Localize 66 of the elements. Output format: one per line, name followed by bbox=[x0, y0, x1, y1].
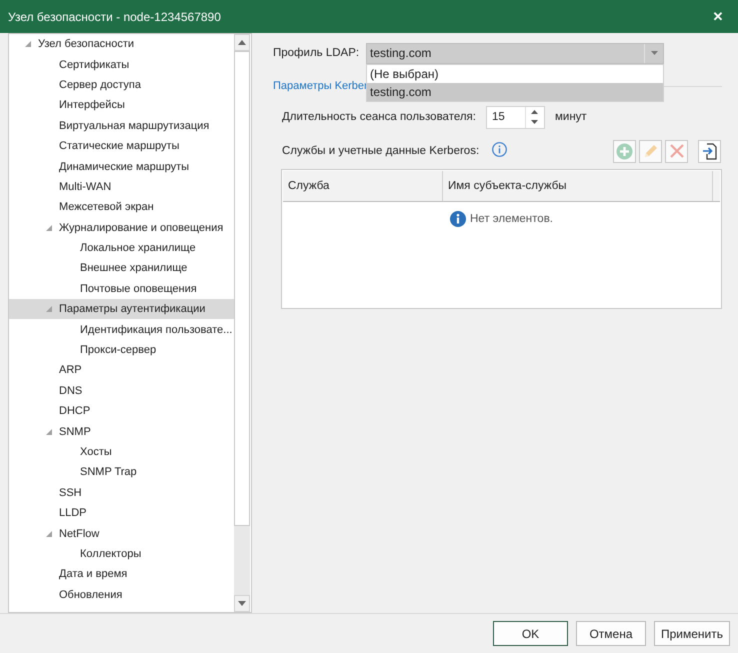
tree-item[interactable]: Обновления bbox=[9, 584, 234, 605]
collapse-icon[interactable] bbox=[46, 306, 52, 312]
pencil-icon bbox=[642, 142, 659, 160]
tree-item[interactable]: SNMP bbox=[9, 421, 234, 442]
import-icon bbox=[702, 142, 718, 160]
decrement-icon[interactable] bbox=[531, 120, 538, 124]
tree-item[interactable]: Сервер доступа bbox=[9, 74, 234, 96]
dropdown-option[interactable]: testing.com bbox=[367, 83, 663, 101]
tree-item[interactable]: Динамические маршруты bbox=[9, 156, 234, 177]
session-duration-spinner[interactable]: 15 bbox=[486, 106, 545, 128]
tree-item[interactable]: Почтовые оповещения bbox=[9, 278, 234, 300]
tree-item[interactable]: DHCP bbox=[9, 401, 234, 422]
tree-item[interactable]: Интерфейсы bbox=[9, 95, 234, 116]
section-label: Службы и учетные данные Kerberos: bbox=[282, 145, 480, 157]
info-icon bbox=[450, 211, 466, 227]
tree-item[interactable]: NetFlow bbox=[9, 523, 234, 544]
field-label: Профиль LDAP: bbox=[273, 47, 360, 59]
scroll-down-button[interactable] bbox=[234, 595, 250, 612]
column-header[interactable]: Служба bbox=[283, 171, 443, 201]
dropdown-option[interactable]: (Не выбран) bbox=[367, 65, 663, 83]
tree-item[interactable]: SNMP Trap bbox=[9, 462, 234, 483]
tree-item[interactable]: Прокси-сервер bbox=[9, 340, 234, 360]
tree-item[interactable]: Multi-WAN bbox=[9, 176, 234, 198]
dialog-button[interactable]: Применить bbox=[654, 621, 730, 646]
ldap-profile-dropdown[interactable]: testing.com bbox=[366, 42, 664, 64]
window-title: Узел безопасности - node-1234567890 bbox=[8, 10, 222, 24]
scrollbar[interactable] bbox=[234, 34, 250, 612]
tree-item[interactable]: Локальное хранилище bbox=[9, 238, 234, 258]
dialog-button[interactable]: Отмена bbox=[576, 621, 646, 646]
dialog-button[interactable]: OK bbox=[493, 621, 568, 646]
unit-label: минут bbox=[554, 111, 587, 123]
tree-item[interactable]: Статические маршруты bbox=[9, 136, 234, 156]
tree-item[interactable]: LLDP bbox=[9, 502, 234, 524]
collapse-icon[interactable] bbox=[46, 428, 52, 435]
info-icon[interactable] bbox=[492, 142, 508, 157]
tree-item[interactable]: ARP bbox=[9, 360, 234, 381]
tree-item[interactable]: DNS bbox=[9, 380, 234, 402]
dropdown-arrow-icon bbox=[650, 51, 658, 55]
tree-item[interactable]: Дата и время bbox=[9, 564, 234, 585]
scroll-up-button[interactable] bbox=[234, 34, 250, 51]
tree-item[interactable]: Узел безопасности bbox=[9, 34, 234, 54]
tree-item[interactable]: Межсетевой экран bbox=[9, 197, 234, 218]
field-label: Длительность сеанса пользователя: bbox=[282, 111, 476, 123]
column-header[interactable]: Имя субъекта-службы bbox=[443, 171, 713, 201]
import-button[interactable] bbox=[698, 140, 721, 162]
collapse-icon[interactable] bbox=[46, 224, 52, 231]
tree-item[interactable]: Внешнее хранилище bbox=[9, 258, 234, 279]
delete-icon bbox=[668, 143, 684, 159]
increment-icon[interactable] bbox=[531, 110, 538, 114]
tree-item[interactable]: Сертификаты bbox=[9, 54, 234, 75]
tree-item[interactable]: SSH bbox=[9, 482, 234, 503]
tree-item[interactable]: Журналирование и оповещения bbox=[9, 218, 234, 238]
tree-item[interactable]: Виртуальная маршрутизация bbox=[9, 116, 234, 136]
close-button[interactable]: ✕ bbox=[698, 0, 738, 33]
tree-item[interactable]: Параметры аутентификации bbox=[9, 299, 234, 320]
tree-item[interactable]: Хосты bbox=[9, 442, 234, 462]
section-heading: Параметры Kerber bbox=[273, 80, 368, 92]
tree-item[interactable]: Коллекторы bbox=[9, 544, 234, 564]
scroll-down-icon bbox=[238, 601, 246, 606]
scroll-up-icon bbox=[238, 40, 246, 45]
add-icon bbox=[616, 142, 633, 160]
tree-item[interactable]: Идентификация пользовате... bbox=[9, 319, 234, 340]
collapse-icon[interactable] bbox=[24, 41, 30, 48]
empty-message: Нет элементов. bbox=[470, 213, 553, 225]
collapse-icon[interactable] bbox=[46, 530, 52, 537]
scroll-thumb[interactable] bbox=[234, 51, 250, 526]
